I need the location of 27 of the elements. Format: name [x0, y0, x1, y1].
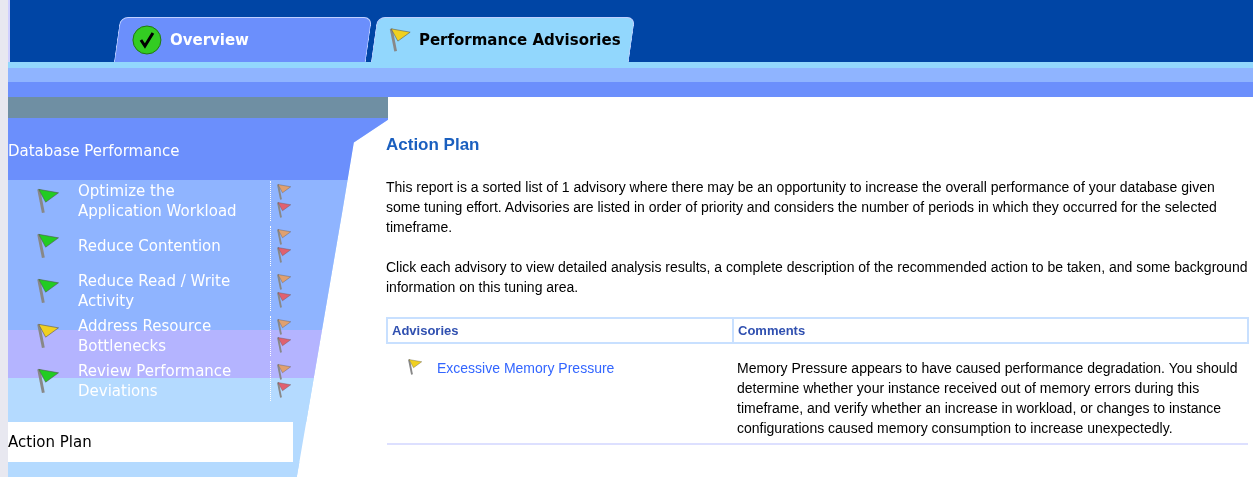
paragraph: This report is a sorted list of 1 advisory where there may be an opportunity to increase the overall performance of your database given some tuning effort. Advisories are listed in order of priority and considers the number of periods in which they occurred for the selected timeframe.	[386, 178, 1218, 237]
flag-icon	[276, 291, 292, 309]
paragraph: Click each advisory to view detailed analysis results, a complete description of the recommended action to be taken, and some background information on this tuning area.	[386, 258, 1249, 297]
section-heading: Database Performance	[8, 141, 180, 160]
sidebar-item[interactable]: Reduce Contention	[78, 236, 258, 256]
flag-icon	[276, 336, 292, 354]
flag-icon	[276, 381, 292, 399]
checkmark-icon	[131, 25, 162, 55]
flag-icon	[276, 201, 292, 219]
table-cell: Memory Pressure appears to have caused performance degradation. You should determine whether your instance received out of memory errors during this timeframe, and verify whether an increase in workload, or changes to instance configurations caused memory consumption to increase unexpectedly.	[733, 343, 1248, 444]
column-header: Comments	[733, 318, 1248, 343]
sidebar-item[interactable]: Review Performance Deviations	[78, 361, 258, 401]
flag-icon	[276, 228, 292, 246]
sidebar-item[interactable]: Action Plan	[8, 422, 293, 462]
flag-icon	[276, 273, 292, 291]
page-title: Action Plan	[386, 135, 481, 155]
flag-icon	[276, 318, 292, 336]
column-header: Advisories	[387, 318, 733, 343]
flag-icon	[276, 183, 292, 201]
advisory-link[interactable]: Excessive Memory Pressure	[437, 358, 615, 378]
sidebar-item[interactable]: Optimize the Application Workload	[78, 181, 258, 221]
tab[interactable]: Performance Advisories	[370, 17, 636, 62]
flag-icon	[276, 246, 292, 264]
sidebar-item[interactable]: Reduce Read / Write Activity	[78, 271, 258, 311]
sidebar-item[interactable]: Address Resource Bottlenecks	[78, 316, 258, 356]
flag-icon	[276, 363, 292, 381]
tab[interactable]: Overview	[113, 17, 373, 62]
